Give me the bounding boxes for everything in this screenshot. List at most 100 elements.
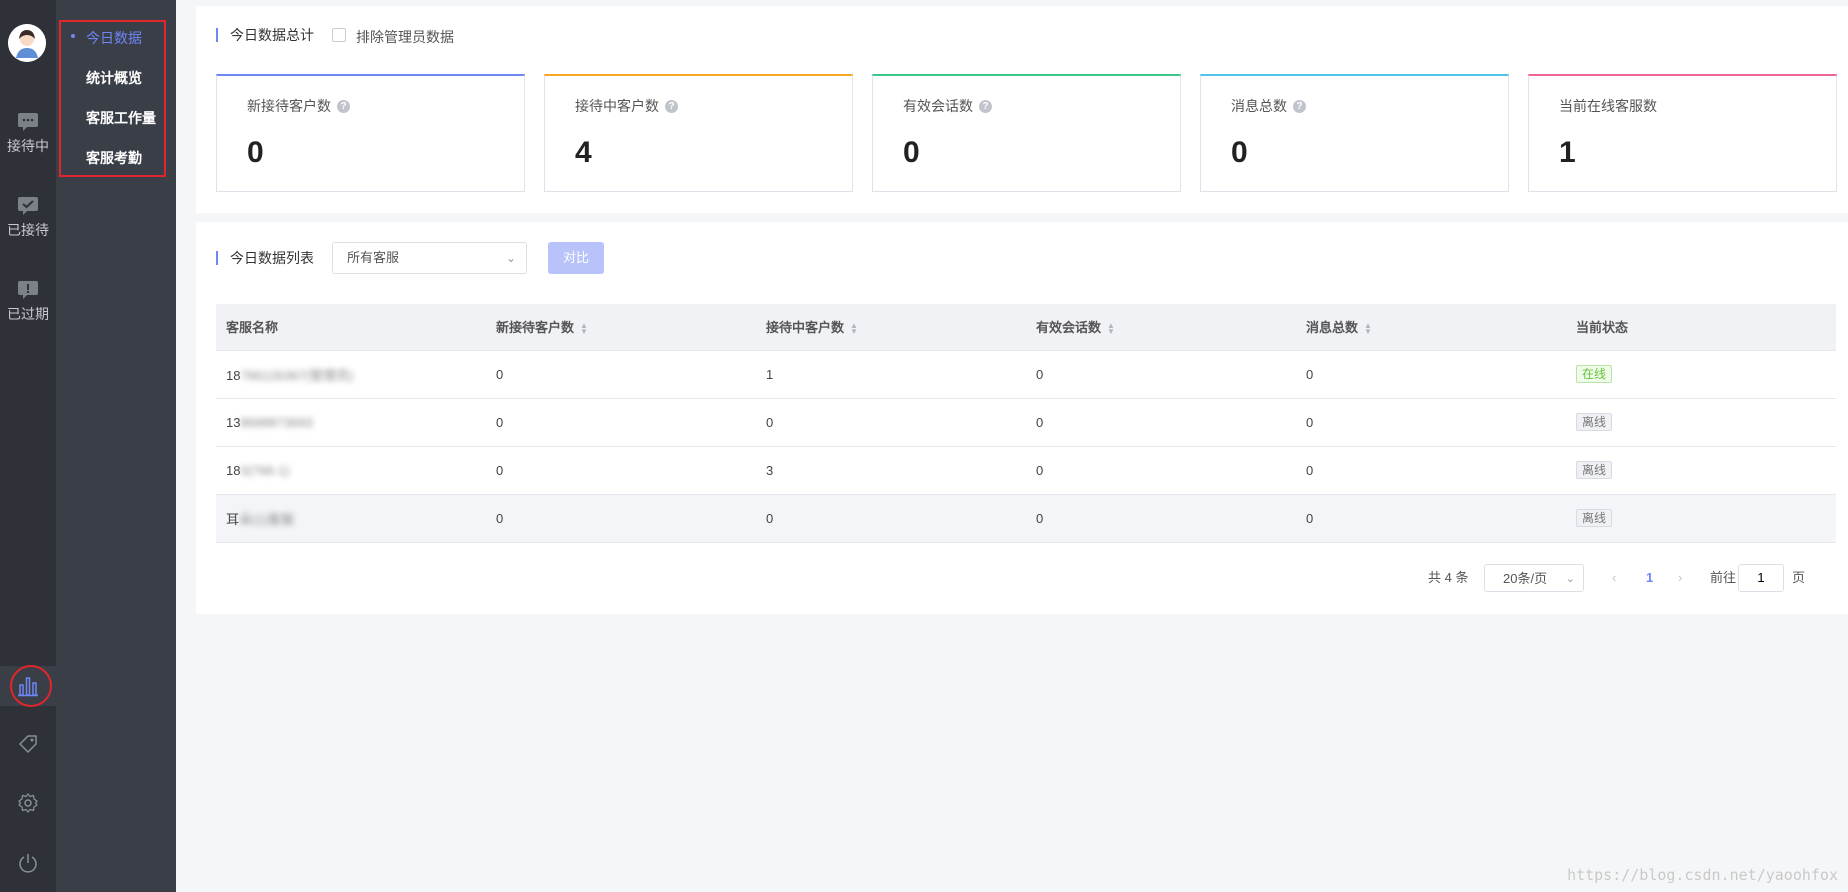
cell-name: 138698873693 bbox=[216, 398, 486, 447]
rail-settings-button[interactable] bbox=[0, 783, 56, 823]
help-icon[interactable]: ? bbox=[1293, 99, 1306, 113]
masked-name: 8698873693 bbox=[240, 414, 313, 430]
check-message-icon bbox=[18, 197, 38, 215]
column-header-status: 当前状态 bbox=[1566, 304, 1836, 351]
summary-title: 今日数据总计 bbox=[216, 28, 314, 42]
help-icon[interactable]: ? bbox=[979, 99, 992, 113]
cell-valid-sessions: 0 bbox=[1026, 494, 1296, 543]
submenu-item-attendance[interactable]: 客服考勤 bbox=[86, 148, 142, 168]
summary-panel: 今日数据总计 排除管理员数据 新接待客户数? 0 接待中客户数? 4 有效会话数… bbox=[196, 6, 1848, 213]
submenu-item-today[interactable]: 今日数据 bbox=[86, 28, 142, 48]
alert-message-icon bbox=[18, 281, 38, 299]
stat-card-total-messages: 消息总数? 0 bbox=[1200, 74, 1509, 192]
rail-item-receiving[interactable]: 接待中 bbox=[0, 112, 56, 156]
status-badge: 离线 bbox=[1576, 413, 1613, 431]
table-header-row: 客服名称 新接待客户数 ▲ ▼ 接待中客户数 ▲ ▼ 有效会话数 ▲ ▼ 消息总数 ▲ ▼ 当前… bbox=[216, 304, 1836, 351]
cell-total-messages: 0 bbox=[1296, 350, 1566, 399]
rail-item-label: 接待中 bbox=[7, 138, 49, 154]
cell-status: 离线 bbox=[1566, 494, 1836, 543]
sort-icon[interactable]: ▲ ▼ bbox=[850, 321, 858, 335]
total-count: 共 4 条 bbox=[1428, 570, 1469, 585]
next-page-icon[interactable]: › bbox=[1678, 564, 1682, 592]
card-value: 0 bbox=[903, 136, 920, 169]
cell-active-customers: 0 bbox=[756, 398, 1026, 447]
cell-status: 离线 bbox=[1566, 398, 1836, 447]
cell-name: 耳朵(1)客服 bbox=[216, 494, 486, 543]
cell-valid-sessions: 0 bbox=[1026, 350, 1296, 399]
column-header-active-customers[interactable]: 接待中客户数 ▲ ▼ bbox=[756, 304, 1026, 351]
pagination: 共 4 条 20条/页 ⌄ ‹ 1 › 前往 页 bbox=[1428, 564, 1848, 592]
cell-status: 离线 bbox=[1566, 446, 1836, 495]
active-dot bbox=[71, 34, 75, 38]
rail-tag-button[interactable] bbox=[0, 724, 56, 764]
exclude-admin-label[interactable]: 排除管理员数据 bbox=[356, 27, 454, 47]
card-label: 有效会话数 bbox=[903, 98, 973, 114]
cell-valid-sessions: 0 bbox=[1026, 398, 1296, 447]
card-value: 1 bbox=[1559, 136, 1576, 169]
sort-icon[interactable]: ▲ ▼ bbox=[1107, 321, 1115, 335]
cell-new-customers: 0 bbox=[486, 494, 756, 543]
card-label: 消息总数 bbox=[1231, 98, 1287, 114]
chevron-down-icon: ⌄ bbox=[505, 251, 516, 265]
status-badge: 离线 bbox=[1576, 509, 1613, 527]
stat-card-active-customers: 接待中客户数? 4 bbox=[544, 74, 853, 192]
help-icon[interactable]: ? bbox=[337, 99, 350, 113]
compare-button[interactable]: 对比 bbox=[548, 242, 604, 274]
cell-active-customers: 3 bbox=[756, 446, 1026, 495]
card-label: 接待中客户数 bbox=[575, 98, 659, 114]
masked-name: 0(766-1) bbox=[240, 462, 290, 478]
cell-total-messages: 0 bbox=[1296, 494, 1566, 543]
rail-item-expired[interactable]: 已过期 bbox=[0, 280, 56, 324]
rail-item-received[interactable]: 已接待 bbox=[0, 196, 56, 240]
cell-status: 在线 bbox=[1566, 350, 1836, 399]
column-header-name: 客服名称 bbox=[216, 304, 486, 351]
submenu-item-overview[interactable]: 统计概览 bbox=[86, 68, 142, 88]
sort-icon[interactable]: ▲ ▼ bbox=[580, 321, 588, 335]
sort-icon[interactable]: ▲ ▼ bbox=[1364, 321, 1372, 335]
user-avatar[interactable] bbox=[8, 24, 46, 62]
page-size-select[interactable]: 20条/页 ⌄ bbox=[1484, 564, 1584, 592]
chat-icon bbox=[18, 113, 38, 131]
card-value: 0 bbox=[1231, 136, 1248, 169]
cell-active-customers: 1 bbox=[756, 350, 1026, 399]
agent-select[interactable]: 所有客服 ⌄ bbox=[332, 242, 527, 274]
list-title: 今日数据列表 bbox=[216, 251, 314, 265]
masked-name: 766126367(管理员) bbox=[240, 367, 354, 383]
cell-name: 18766126367(管理员) bbox=[216, 350, 486, 399]
page-unit-label: 页 bbox=[1792, 570, 1806, 585]
cell-name: 180(766-1) bbox=[216, 446, 486, 495]
cell-valid-sessions: 0 bbox=[1026, 446, 1296, 495]
status-badge: 在线 bbox=[1576, 365, 1613, 383]
page-number[interactable]: 1 bbox=[1646, 564, 1653, 592]
column-header-valid-sessions[interactable]: 有效会话数 ▲ ▼ bbox=[1026, 304, 1296, 351]
prev-page-icon[interactable]: ‹ bbox=[1612, 564, 1616, 592]
exclude-admin-checkbox[interactable] bbox=[332, 28, 346, 42]
goto-page-input[interactable] bbox=[1738, 564, 1784, 592]
card-value: 4 bbox=[575, 136, 592, 169]
column-header-new-customers[interactable]: 新接待客户数 ▲ ▼ bbox=[486, 304, 756, 351]
table-row[interactable]: 180(766-1) 0 3 0 0 离线 bbox=[216, 446, 1836, 495]
statistics-submenu: 今日数据 统计概览 客服工作量 客服考勤 bbox=[56, 0, 176, 892]
stat-card-online-agents: 当前在线客服数 1 bbox=[1528, 74, 1837, 192]
cell-active-customers: 0 bbox=[756, 494, 1026, 543]
tag-icon bbox=[19, 735, 37, 753]
list-panel: 今日数据列表 所有客服 ⌄ 对比 客服名称 新接待客户数 ▲ ▼ 接待中客户数 ▲ ▼ … bbox=[196, 222, 1848, 614]
stat-card-new-customers: 新接待客户数? 0 bbox=[216, 74, 525, 192]
goto-label: 前往 bbox=[1710, 570, 1737, 585]
rail-logout-button[interactable] bbox=[0, 843, 56, 883]
card-value: 0 bbox=[247, 136, 264, 169]
table-row[interactable]: 138698873693 0 0 0 0 离线 bbox=[216, 398, 1836, 447]
rail-item-label: 已过期 bbox=[7, 306, 49, 322]
column-header-total-messages[interactable]: 消息总数 ▲ ▼ bbox=[1296, 304, 1566, 351]
help-icon[interactable]: ? bbox=[665, 99, 678, 113]
stat-card-valid-sessions: 有效会话数? 0 bbox=[872, 74, 1181, 192]
gear-icon bbox=[18, 793, 38, 813]
table-row[interactable]: 18766126367(管理员) 0 1 0 0 在线 bbox=[216, 350, 1836, 399]
masked-name: 朵(1)客服 bbox=[239, 511, 294, 527]
cell-new-customers: 0 bbox=[486, 350, 756, 399]
agent-select-value: 所有客服 bbox=[347, 250, 400, 265]
card-label: 新接待客户数 bbox=[247, 98, 331, 114]
submenu-item-workload[interactable]: 客服工作量 bbox=[86, 108, 156, 128]
table-row[interactable]: 耳朵(1)客服 0 0 0 0 离线 bbox=[216, 494, 1836, 543]
power-icon bbox=[19, 854, 37, 873]
